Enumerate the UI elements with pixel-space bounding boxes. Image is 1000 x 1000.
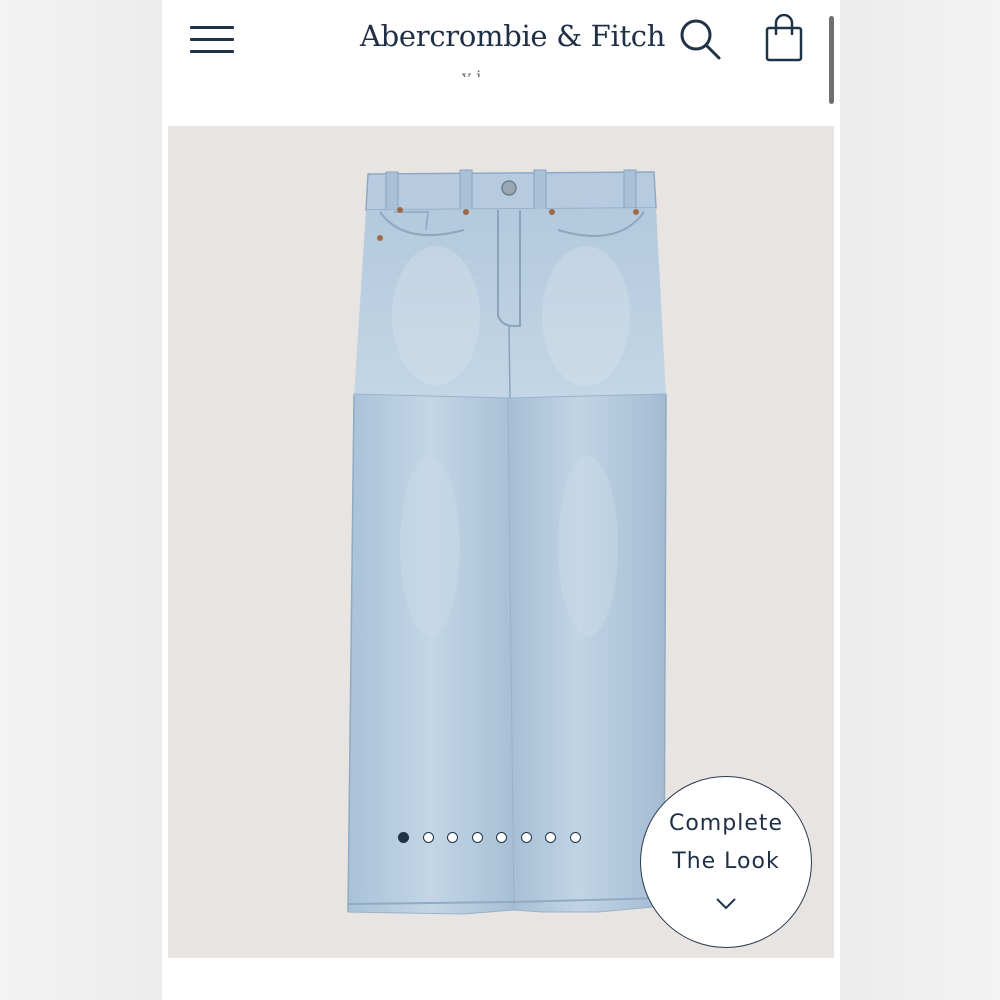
carousel-dot-8[interactable] <box>569 832 581 843</box>
chevron-down-icon <box>716 898 736 910</box>
brand-logo[interactable]: Abercrombie & Fitch <box>360 14 665 58</box>
shopping-bag-icon[interactable] <box>765 14 803 62</box>
carousel-dot-7[interactable] <box>545 832 556 843</box>
carousel-indicator <box>398 832 581 848</box>
carousel-dot-5[interactable] <box>496 832 507 843</box>
carousel-dot-1[interactable] <box>398 832 409 843</box>
scrolled-text-fragment: y j... <box>462 67 497 86</box>
complete-the-look-button[interactable]: Complete The Look <box>640 776 812 948</box>
scrollbar[interactable] <box>829 16 834 104</box>
site-header: Abercrombie & Fitch y j... <box>162 0 840 125</box>
complete-the-look-label-2: The Look <box>672 849 780 874</box>
menu-icon[interactable] <box>190 24 236 54</box>
carousel-dot-6[interactable] <box>520 832 532 843</box>
page-bottom <box>162 958 840 1000</box>
complete-the-look-label-1: Complete <box>668 811 784 836</box>
search-icon[interactable] <box>678 17 722 61</box>
carousel-dot-2[interactable] <box>422 832 434 843</box>
right-backdrop <box>840 0 1000 1000</box>
product-image[interactable]: Complete The Look <box>168 126 834 958</box>
mobile-page: Abercrombie & Fitch y j... Complete The … <box>162 0 840 1000</box>
carousel-dot-3[interactable] <box>447 832 458 843</box>
left-backdrop <box>0 0 162 1000</box>
carousel-dot-4[interactable] <box>471 832 483 843</box>
